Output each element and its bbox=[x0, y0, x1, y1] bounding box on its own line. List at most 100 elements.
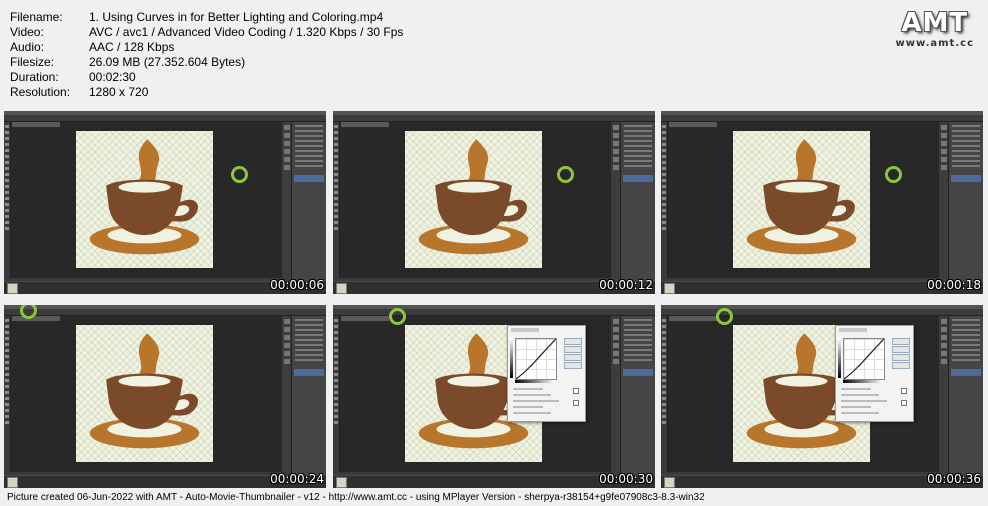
video-thumbnail[interactable]: 00:00:24 bbox=[4, 305, 326, 488]
info-value: AVC / avc1 / Advanced Video Coding / 1.3… bbox=[89, 25, 404, 39]
dialog-checkbox[interactable] bbox=[573, 388, 579, 394]
layers-panel bbox=[948, 122, 983, 294]
panel-row bbox=[295, 339, 323, 341]
tool-icon bbox=[5, 367, 9, 370]
layer-row-selected bbox=[294, 175, 324, 182]
thumbnail-timestamp: 00:00:12 bbox=[599, 278, 653, 292]
dock-icon bbox=[941, 343, 947, 348]
input-gradient-bar bbox=[515, 380, 555, 383]
dock-icon bbox=[284, 327, 290, 332]
panel-row bbox=[952, 349, 980, 351]
tool-icon bbox=[334, 403, 338, 406]
panel-row bbox=[624, 155, 652, 157]
photoshop-toolbar bbox=[333, 316, 340, 488]
tool-icon bbox=[334, 397, 338, 400]
thumbnail-timestamp: 00:00:36 bbox=[927, 472, 981, 486]
dialog-button[interactable] bbox=[564, 338, 582, 345]
tool-icon bbox=[662, 179, 666, 182]
cup-rim bbox=[118, 375, 171, 387]
panel-row bbox=[295, 155, 323, 157]
tool-icon bbox=[334, 227, 338, 230]
info-value: 00:02:30 bbox=[89, 70, 136, 84]
document-canvas bbox=[76, 325, 213, 462]
input-gradient-bar bbox=[843, 380, 883, 383]
dialog-button[interactable] bbox=[892, 362, 910, 369]
cup-rim bbox=[447, 375, 500, 387]
tool-icon bbox=[334, 343, 338, 346]
tool-icon bbox=[5, 137, 9, 140]
layer-row-selected bbox=[623, 369, 653, 376]
dock-icon bbox=[613, 125, 619, 130]
panel-row bbox=[624, 334, 652, 336]
panel-row bbox=[295, 140, 323, 142]
tool-icon bbox=[5, 155, 9, 158]
layer-row-selected bbox=[294, 369, 324, 376]
photoshop-toolbar bbox=[333, 122, 340, 294]
dock-icon bbox=[284, 343, 290, 348]
dialog-checkbox[interactable] bbox=[573, 400, 579, 406]
panel-row bbox=[295, 354, 323, 356]
tool-icon bbox=[334, 173, 338, 176]
info-key: Audio: bbox=[10, 40, 45, 54]
tool-icon bbox=[662, 421, 666, 424]
video-thumbnail[interactable]: 00:00:06 bbox=[4, 111, 326, 294]
output-gradient-bar bbox=[838, 338, 841, 378]
tool-icon bbox=[5, 373, 9, 376]
panel-row bbox=[295, 125, 323, 127]
tool-icon bbox=[334, 137, 338, 140]
tool-icon bbox=[5, 385, 9, 388]
dialog-option-line bbox=[513, 388, 543, 390]
panel-row bbox=[295, 359, 323, 361]
tool-icon bbox=[662, 215, 666, 218]
video-thumbnail[interactable]: 00:00:30 bbox=[333, 305, 655, 488]
tool-icon bbox=[662, 343, 666, 346]
info-value: 1280 x 720 bbox=[89, 85, 149, 99]
panel-row bbox=[624, 339, 652, 341]
dialog-button[interactable] bbox=[892, 346, 910, 353]
tool-icon bbox=[662, 131, 666, 134]
tool-icon bbox=[334, 385, 338, 388]
tool-icon bbox=[662, 361, 666, 364]
dialog-button[interactable] bbox=[564, 354, 582, 361]
tool-icon bbox=[5, 161, 9, 164]
dialog-button[interactable] bbox=[892, 354, 910, 361]
tool-icon bbox=[5, 355, 9, 358]
dialog-button[interactable] bbox=[564, 346, 582, 353]
photoshop-options-bar bbox=[333, 309, 655, 316]
layer-row-selected bbox=[951, 175, 981, 182]
dialog-checkbox[interactable] bbox=[901, 388, 907, 394]
curves-graph[interactable] bbox=[843, 338, 885, 380]
tool-icon bbox=[5, 361, 9, 364]
dialog-button[interactable] bbox=[892, 338, 910, 345]
panel-row bbox=[952, 145, 980, 147]
document-canvas bbox=[733, 131, 870, 268]
tool-icon bbox=[5, 185, 9, 188]
info-row-duration: Duration: 00:02:30 bbox=[10, 70, 403, 85]
tool-icon bbox=[5, 319, 9, 322]
video-thumbnail[interactable]: 00:00:36 bbox=[661, 305, 983, 488]
panel-row bbox=[952, 140, 980, 142]
layers-panel bbox=[291, 122, 326, 294]
tool-icon bbox=[334, 209, 338, 212]
dialog-checkbox[interactable] bbox=[901, 400, 907, 406]
tool-icon bbox=[334, 125, 338, 128]
video-thumbnail[interactable]: 00:00:12 bbox=[333, 111, 655, 294]
dialog-button[interactable] bbox=[564, 362, 582, 369]
dialog-title-bar bbox=[511, 328, 539, 332]
layers-panel bbox=[948, 316, 983, 488]
panel-row bbox=[295, 160, 323, 162]
panel-row bbox=[295, 319, 323, 321]
tool-icon bbox=[5, 197, 9, 200]
info-key: Duration: bbox=[10, 70, 59, 84]
video-thumbnail[interactable]: 00:00:18 bbox=[661, 111, 983, 294]
tool-icon bbox=[5, 191, 9, 194]
curves-graph[interactable] bbox=[515, 338, 557, 380]
panel-row bbox=[624, 135, 652, 137]
cup-rim bbox=[447, 181, 500, 193]
layers-panel bbox=[620, 122, 655, 294]
dock-icon bbox=[284, 133, 290, 138]
thumbnail-timestamp: 00:00:06 bbox=[270, 278, 324, 292]
dock-icon bbox=[284, 359, 290, 364]
cup-rim bbox=[118, 181, 171, 193]
panel-row bbox=[952, 339, 980, 341]
